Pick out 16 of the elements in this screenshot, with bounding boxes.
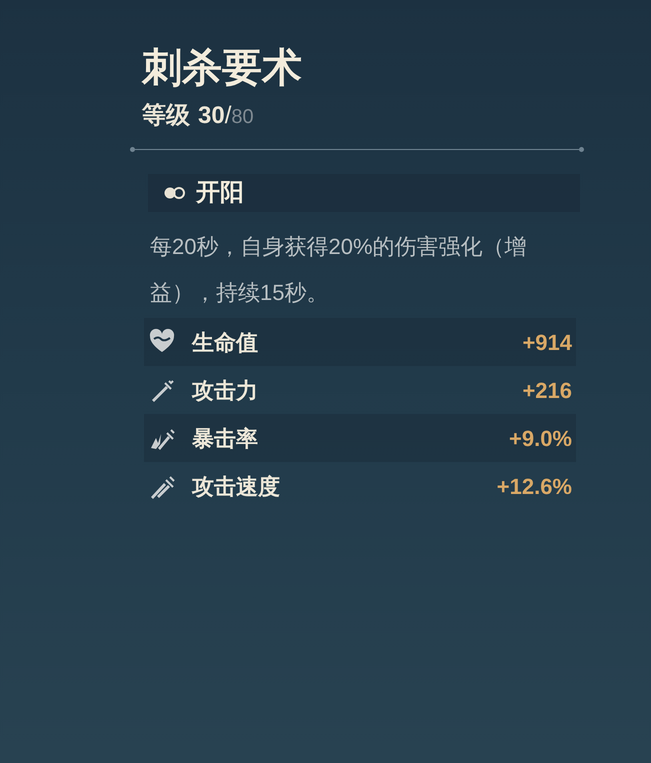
stat-value: +12.6%: [496, 472, 572, 500]
stat-value: +9.0%: [509, 424, 572, 452]
skill-name: 开阳: [196, 178, 244, 208]
level-label: 等级: [142, 101, 190, 131]
skill-title: 刺杀要术: [142, 45, 302, 92]
toggle-icon: [164, 187, 186, 199]
stat-label: 暴击率: [192, 424, 258, 452]
stat-label: 攻击力: [192, 376, 258, 404]
level-current: 30: [198, 101, 225, 131]
stat-label: 攻击速度: [192, 472, 280, 500]
level-separator: /: [224, 101, 232, 131]
level-max: 80: [231, 106, 254, 130]
stat-value: +216: [522, 376, 572, 404]
stat-label: 生命值: [192, 328, 258, 356]
skill-description: 每20秒，自身获得20%的伤害强化（增益），持续15秒。: [150, 233, 528, 307]
stat-value: +914: [522, 328, 572, 356]
